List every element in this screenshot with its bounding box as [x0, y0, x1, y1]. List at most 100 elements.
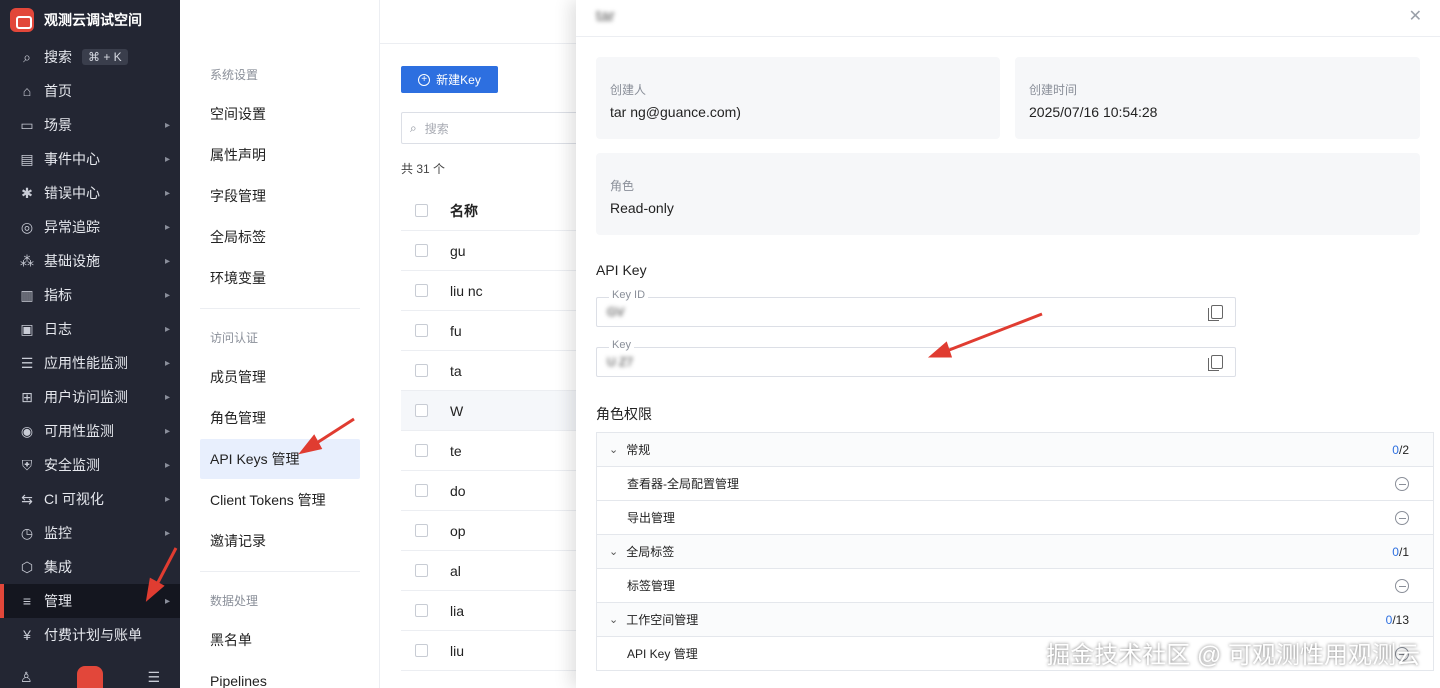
nav-item[interactable]: ▭ 场景 ▸ — [0, 108, 180, 142]
nav-item[interactable]: ⬡ 集成 — [0, 550, 180, 584]
permission-label: 标签管理 — [627, 579, 676, 593]
key-name-cell: te — [450, 442, 462, 459]
row-checkbox[interactable] — [415, 644, 428, 657]
nav-item[interactable]: ⇆ CI 可视化 ▸ — [0, 482, 180, 516]
submenu-item-pipelines[interactable]: Pipelines — [200, 661, 360, 688]
submenu-item-api-keys[interactable]: API Keys 管理 — [200, 439, 360, 479]
table-row[interactable]: op — [401, 511, 596, 551]
submenu-item-invitations[interactable]: 邀请记录 — [200, 521, 360, 561]
watermark: 掘金技术社区 @ 可观测性用观测云 — [1046, 642, 1420, 669]
nav-item-label: 异常追踪 — [44, 219, 100, 235]
app-root: 观测云调试空间 ⌕ 搜索 ⌘ + K ⌂ 首页 ▭ 场景 ▸ ▤ 事件中心 ▸ ✱ 错误中心 ▸ ◎ 异… — [0, 0, 1440, 688]
nav-item-label: 首页 — [44, 83, 72, 99]
new-key-button[interactable]: + 新建Key — [401, 66, 498, 93]
permission-group[interactable]: ⌄ 工作空间管理 0/13 — [596, 603, 1434, 637]
close-icon[interactable]: ✕ — [1409, 6, 1422, 26]
scene-icon: ▭ — [20, 116, 34, 133]
integration-icon: ⬡ — [20, 558, 34, 575]
submenu-item-attributes[interactable]: 属性声明 — [200, 135, 360, 175]
key-table: 名称 gu liu nc fu ta Wte do op al lia liu — [401, 191, 596, 671]
table-row[interactable]: gu — [401, 231, 596, 271]
nav-item[interactable]: ◷ 监控 ▸ — [0, 516, 180, 550]
copy-key-icon[interactable] — [1208, 355, 1223, 371]
row-checkbox[interactable] — [415, 404, 428, 417]
table-row[interactable]: al — [401, 551, 596, 591]
submenu-item-client-tokens[interactable]: Client Tokens 管理 — [200, 480, 360, 520]
nav-item-label: 基础设施 — [44, 253, 100, 269]
permission-count: 0/1 — [1392, 545, 1409, 559]
submenu-item-env-vars[interactable]: 环境变量 — [200, 258, 360, 298]
table-row[interactable]: W — [401, 391, 596, 431]
permission-total-count: /1 — [1398, 544, 1409, 559]
nav-item[interactable]: ▤ 事件中心 ▸ — [0, 142, 180, 176]
workspace-switcher[interactable]: 观测云调试空间 — [0, 0, 180, 40]
submenu-item-blacklist[interactable]: 黑名单 — [200, 620, 360, 660]
table-row[interactable]: liu nc — [401, 271, 596, 311]
nav-item[interactable]: ✱ 错误中心 ▸ — [0, 176, 180, 210]
key-label: Key — [609, 339, 634, 351]
nav-item-label: 用户访问监测 — [44, 389, 128, 405]
key-field: Key U Z7 — [596, 339, 1236, 377]
submenu-item-global-tags[interactable]: 全局标签 — [200, 217, 360, 257]
nav-item[interactable]: ◉ 可用性监测 ▸ — [0, 414, 180, 448]
submenu-item-fields[interactable]: 字段管理 — [200, 176, 360, 216]
submenu-divider — [200, 571, 360, 572]
chevron-down-icon[interactable]: ⌄ — [609, 545, 618, 558]
submenu-item-roles[interactable]: 角色管理 — [200, 398, 360, 438]
nav-item-label: 安全监测 — [44, 457, 100, 473]
rum-icon: ⊞ — [21, 388, 33, 405]
creator-label: 创建人 — [610, 83, 647, 97]
key-name-cell: ta — [450, 362, 462, 379]
row-checkbox[interactable] — [415, 444, 428, 457]
collapse-nav-icon[interactable]: ☰ — [147, 669, 160, 686]
row-checkbox[interactable] — [415, 244, 428, 257]
row-checkbox[interactable] — [415, 484, 428, 497]
creator-card: 创建人 tar ng@guance.com) — [596, 57, 1000, 139]
chevron-right-icon: ▸ — [164, 459, 170, 471]
row-checkbox[interactable] — [415, 524, 428, 537]
nav-item[interactable]: ⊞ 用户访问监测 ▸ — [0, 380, 180, 414]
search-input[interactable]: ⌕ 搜索 — [401, 112, 591, 144]
search-icon: ⌕ — [23, 48, 31, 65]
row-checkbox[interactable] — [415, 564, 428, 577]
user-icon[interactable]: ♙ — [20, 669, 33, 686]
column-header-name[interactable]: 名称 — [450, 201, 478, 221]
nav-item[interactable]: ▥ 指标 ▸ — [0, 278, 180, 312]
table-row[interactable]: lia — [401, 591, 596, 631]
chevron-down-icon[interactable]: ⌄ — [609, 613, 618, 626]
table-row[interactable]: do — [401, 471, 596, 511]
assistant-icon[interactable] — [77, 666, 103, 688]
permission-group[interactable]: ⌄ 常规 0/2 — [596, 433, 1434, 467]
table-row[interactable]: fu — [401, 311, 596, 351]
nav-item[interactable]: ☰ 应用性能监测 ▸ — [0, 346, 180, 380]
nav-item[interactable]: ≡ 管理 ▸ — [0, 584, 180, 618]
nav-item[interactable]: ¥ 付费计划与账单 — [0, 618, 180, 652]
table-row[interactable]: liu — [401, 631, 596, 671]
table-row[interactable]: te — [401, 431, 596, 471]
nav-item[interactable]: ⛨ 安全监测 ▸ — [0, 448, 180, 482]
nav-item[interactable]: ⁂ 基础设施 ▸ — [0, 244, 180, 278]
nav-item[interactable]: ⌂ 首页 — [0, 74, 180, 108]
nav-item[interactable]: ◎ 异常追踪 ▸ — [0, 210, 180, 244]
row-checkbox[interactable] — [415, 284, 428, 297]
chevron-down-icon[interactable]: ⌄ — [609, 443, 618, 456]
permission-group[interactable]: ⌄ 全局标签 0/1 — [596, 535, 1434, 569]
select-all-checkbox[interactable] — [415, 204, 428, 217]
submenu-item-space-settings[interactable]: 空间设置 — [200, 94, 360, 134]
drawer-divider — [576, 36, 1440, 37]
nav-footer: ♙ ☰ — [0, 666, 180, 688]
permission-label: 常规 — [626, 443, 651, 457]
chevron-right-icon: ▸ — [164, 391, 170, 403]
table-row[interactable]: ta — [401, 351, 596, 391]
row-checkbox[interactable] — [415, 604, 428, 617]
nav-item[interactable]: ▣ 日志 ▸ — [0, 312, 180, 346]
ci-icon: ⇆ — [21, 490, 33, 507]
nav-item-label: 集成 — [44, 559, 72, 575]
role-value: Read-only — [610, 200, 674, 216]
row-checkbox[interactable] — [415, 324, 428, 337]
row-checkbox[interactable] — [415, 364, 428, 377]
submenu-item-members[interactable]: 成员管理 — [200, 357, 360, 397]
permission-count: 0/13 — [1386, 613, 1409, 627]
copy-key-id-icon[interactable] — [1208, 305, 1223, 321]
nav-search[interactable]: ⌕ 搜索 ⌘ + K — [0, 40, 180, 74]
